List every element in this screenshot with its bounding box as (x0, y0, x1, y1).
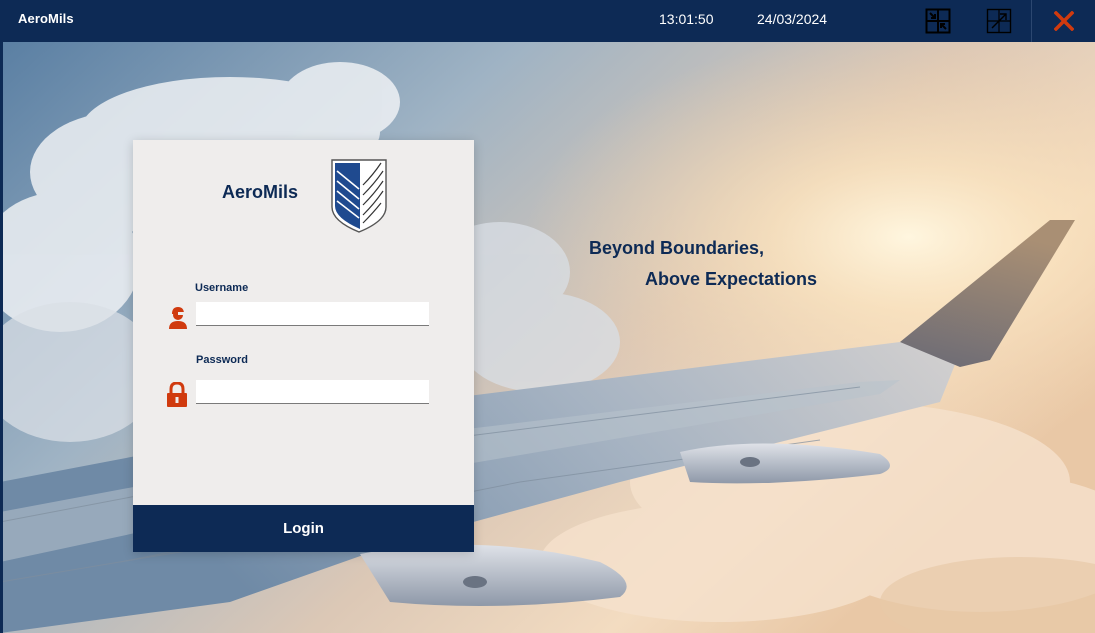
username-input[interactable] (196, 302, 429, 326)
login-button[interactable]: Login (133, 505, 474, 552)
maximize-icon (986, 8, 1012, 34)
close-icon (1054, 11, 1074, 31)
app-window: AeroMils 13:01:50 24/03/2024 Beyond Boun… (0, 0, 1095, 633)
wings-emblem-logo (329, 155, 389, 235)
clock-time: 13:01:50 (659, 11, 714, 27)
current-date: 24/03/2024 (757, 11, 828, 27)
tagline-line-2: Above Expectations (645, 269, 818, 289)
maximize-button[interactable] (979, 0, 1019, 42)
restore-window-button[interactable] (918, 0, 958, 42)
login-card: AeroMils Username Password Login (133, 140, 474, 552)
app-title: AeroMils (18, 11, 74, 26)
window-left-border (0, 42, 3, 633)
password-label: Password (196, 354, 248, 366)
lock-icon (166, 381, 188, 408)
username-label: Username (195, 282, 249, 294)
tagline-line-1: Beyond Boundaries, (589, 238, 765, 258)
close-button[interactable] (1031, 0, 1095, 42)
password-input[interactable] (196, 380, 429, 404)
title-bar: AeroMils 13:01:50 24/03/2024 (0, 0, 1095, 42)
restore-window-icon (925, 8, 951, 34)
user-icon (167, 305, 189, 331)
brand-name: AeroMils (222, 182, 299, 202)
